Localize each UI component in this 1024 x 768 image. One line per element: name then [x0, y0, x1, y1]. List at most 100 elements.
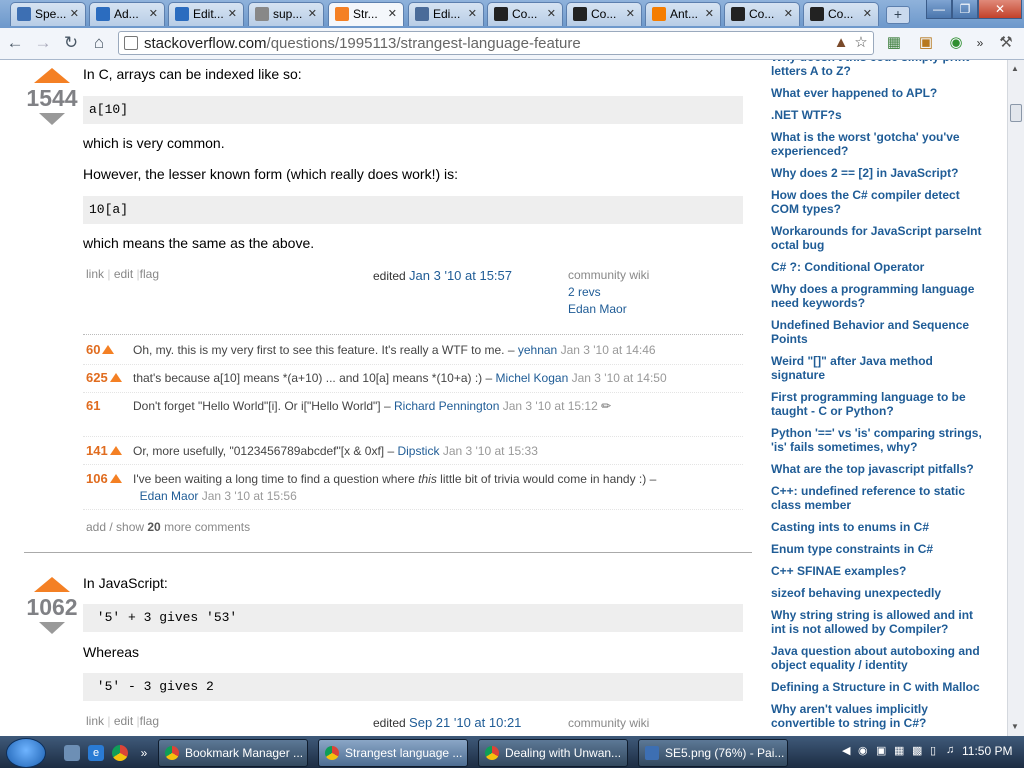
revisions-link[interactable]: 2 revs: [568, 284, 649, 301]
chrome-icon[interactable]: [112, 745, 128, 761]
related-question-link[interactable]: sizeof behaving unexpectedly: [771, 586, 986, 600]
related-question-link[interactable]: First programming language to be taught …: [771, 390, 986, 418]
downvote-icon[interactable]: [39, 622, 65, 634]
extension-rss-icon[interactable]: ▦: [884, 33, 904, 53]
tray-app-icon[interactable]: ▣: [876, 744, 886, 757]
scrollbar-thumb[interactable]: [1010, 104, 1022, 122]
related-question-link[interactable]: How does the C# compiler detect COM type…: [771, 188, 986, 216]
related-question-link[interactable]: What are the top javascript pitfalls?: [771, 462, 986, 476]
taskbar-task[interactable]: Strangest language ...: [318, 739, 468, 767]
taskbar-task[interactable]: Bookmark Manager ...: [158, 739, 308, 767]
network-icon[interactable]: ▩: [912, 744, 922, 757]
vertical-scrollbar[interactable]: ▲ ▼: [1007, 60, 1024, 736]
new-tab-button[interactable]: +: [886, 6, 910, 24]
home-icon[interactable]: ⌂: [88, 32, 110, 54]
reload-icon[interactable]: ↻: [60, 32, 82, 54]
upvote-icon[interactable]: [34, 577, 70, 592]
tab[interactable]: Edit... ✕: [168, 2, 244, 26]
internet-explorer-icon[interactable]: e: [88, 745, 104, 761]
comment-upvote-icon[interactable]: [109, 373, 122, 382]
tab-close-icon[interactable]: ✕: [863, 3, 872, 25]
tab-close-icon[interactable]: ✕: [547, 3, 556, 25]
related-question-link[interactable]: .NET WTF?s: [771, 108, 986, 122]
volume-icon[interactable]: ♫: [946, 744, 954, 756]
more-comments-link[interactable]: add / show 20 more comments: [86, 520, 250, 534]
extension-basket-icon[interactable]: ▣: [916, 33, 936, 53]
edited-date-link[interactable]: Sep 21 '10 at 10:21: [409, 715, 521, 730]
taskbar-task[interactable]: SE5.png (76%) - Pai...: [638, 739, 788, 767]
comment-user-link[interactable]: Michel Kogan: [496, 371, 569, 385]
edit-pencil-icon[interactable]: ✏: [601, 399, 611, 413]
bookmark-star-icon[interactable]: ☆: [851, 33, 871, 53]
related-question-link[interactable]: What ever happened to APL?: [771, 86, 986, 100]
related-question-link[interactable]: C# ?: Conditional Operator: [771, 260, 986, 274]
extension-q-icon[interactable]: ◉: [946, 33, 966, 53]
back-icon[interactable]: ←: [4, 32, 26, 54]
link-link[interactable]: link: [86, 267, 104, 281]
related-question-link[interactable]: Why does 2 == [2] in JavaScript?: [771, 166, 986, 180]
more-quicklaunch-icon[interactable]: »: [136, 745, 152, 761]
related-question-link[interactable]: What is the worst 'gotcha' you've experi…: [771, 130, 986, 158]
tray-expand-icon[interactable]: ◀: [842, 744, 850, 757]
comment-user-link[interactable]: Dipstick: [397, 444, 439, 458]
wiki-user-link[interactable]: Edan Maor: [568, 301, 649, 318]
scroll-down-icon[interactable]: ▼: [1011, 722, 1019, 731]
tab[interactable]: Ad... ✕: [89, 2, 165, 26]
related-question-link[interactable]: Java question about autoboxing and objec…: [771, 644, 986, 672]
downvote-icon[interactable]: [39, 113, 65, 125]
tab-close-icon[interactable]: ✕: [70, 3, 79, 25]
tab[interactable]: Ant... ✕: [645, 2, 721, 26]
power-icon[interactable]: ▯: [930, 744, 936, 757]
tab[interactable]: Co... ✕: [803, 2, 879, 26]
tab-close-icon[interactable]: ✕: [308, 3, 317, 25]
tab-close-icon[interactable]: ✕: [626, 3, 635, 25]
flag-link[interactable]: flag: [140, 267, 159, 281]
tab[interactable]: Co... ✕: [566, 2, 642, 26]
more-extensions-icon[interactable]: »: [970, 33, 990, 53]
upvote-icon[interactable]: [34, 68, 70, 83]
tab[interactable]: Edi... ✕: [408, 2, 484, 26]
related-question-link[interactable]: Why string string is allowed and int int…: [771, 608, 986, 636]
tab-close-icon[interactable]: ✕: [388, 3, 397, 25]
tab[interactable]: Spe... ✕: [10, 2, 86, 26]
comment-user-link[interactable]: yehnan: [518, 343, 557, 357]
comment-user-link[interactable]: Edan Maor: [140, 489, 199, 503]
tab[interactable]: Str... ✕: [328, 2, 404, 26]
related-question-link[interactable]: C++ SFINAE examples?: [771, 564, 986, 578]
taskbar-task[interactable]: Dealing with Unwan...: [478, 739, 628, 767]
forward-icon[interactable]: →: [32, 32, 54, 54]
link-link[interactable]: link: [86, 714, 104, 728]
related-question-link[interactable]: Enum type constraints in C#: [771, 542, 986, 556]
comment-upvote-icon[interactable]: [109, 446, 122, 455]
tray-app-icon[interactable]: ◉: [858, 744, 868, 757]
extension-icon[interactable]: ▲: [831, 33, 851, 53]
minimize-button[interactable]: —: [926, 0, 952, 19]
edited-date-link[interactable]: Jan 3 '10 at 15:57: [409, 268, 512, 283]
edit-link[interactable]: edit: [114, 267, 133, 281]
related-question-link[interactable]: Why aren't values implicitly convertible…: [771, 702, 986, 730]
wrench-menu-icon[interactable]: ⚒: [996, 33, 1016, 53]
related-question-link[interactable]: Undefined Behavior and Sequence Points: [771, 318, 986, 346]
tab-close-icon[interactable]: ✕: [784, 3, 793, 25]
tab-close-icon[interactable]: ✕: [705, 3, 714, 25]
comment-user-link[interactable]: Richard Pennington: [394, 399, 499, 413]
related-question-link[interactable]: Weird "[]" after Java method signature: [771, 354, 986, 382]
start-button[interactable]: [6, 738, 46, 768]
related-question-link[interactable]: Workarounds for JavaScript parseInt octa…: [771, 224, 986, 252]
clock[interactable]: 11:50 PM: [962, 744, 1012, 758]
flag-link[interactable]: flag: [140, 714, 159, 728]
tab-close-icon[interactable]: ✕: [228, 3, 237, 25]
tab-close-icon[interactable]: ✕: [468, 3, 477, 25]
edit-link[interactable]: edit: [114, 714, 133, 728]
related-question-link[interactable]: Defining a Structure in C with Malloc: [771, 680, 986, 694]
tab[interactable]: Co... ✕: [724, 2, 800, 26]
related-question-link[interactable]: Casting ints to enums in C#: [771, 520, 986, 534]
related-question-link[interactable]: C++: undefined reference to static class…: [771, 484, 986, 512]
comment-upvote-icon[interactable]: [109, 474, 122, 483]
show-desktop-icon[interactable]: [64, 745, 80, 761]
comment-upvote-icon[interactable]: [102, 345, 115, 354]
tab[interactable]: Co... ✕: [487, 2, 563, 26]
close-window-button[interactable]: ✕: [978, 0, 1022, 19]
related-question-link[interactable]: Why doesn't this code simply print lette…: [771, 60, 986, 78]
related-question-link[interactable]: Python '==' vs 'is' comparing strings, '…: [771, 426, 986, 454]
